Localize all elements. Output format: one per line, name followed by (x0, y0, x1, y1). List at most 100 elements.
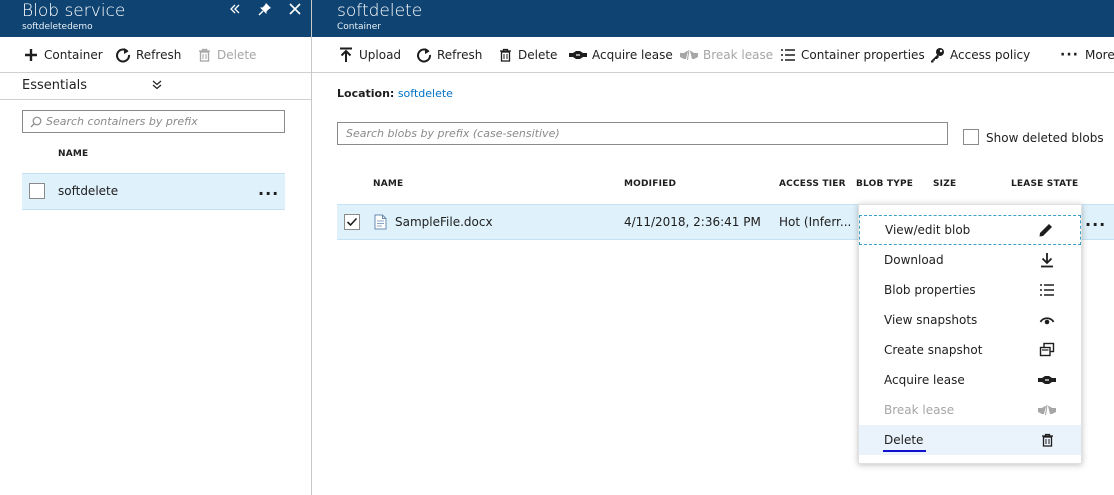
menu-create-snapshot[interactable]: Create snapshot (859, 335, 1081, 365)
blob-row-checkbox[interactable] (344, 214, 360, 230)
handshake-icon (1038, 371, 1056, 389)
column-modified[interactable]: MODIFIED (624, 179, 676, 189)
access-policy-label: Access policy (950, 48, 1031, 62)
location-label: Location: (337, 87, 395, 100)
trash-icon (1038, 431, 1056, 449)
container-search-input[interactable]: Search containers by prefix (22, 110, 285, 133)
break-lease-label: Break lease (703, 48, 774, 62)
upload-label: Upload (359, 48, 402, 62)
menu-view-edit-blob-label: View/edit blob (885, 223, 971, 237)
menu-create-snapshot-label: Create snapshot (884, 343, 983, 357)
location-line: Location: softdelete (337, 87, 453, 100)
break-lease-icon (679, 46, 699, 64)
menu-download[interactable]: Download (859, 245, 1081, 275)
snapshot-icon (1038, 341, 1056, 359)
upload-icon (337, 46, 355, 64)
menu-blob-properties-label: Blob properties (884, 283, 976, 297)
show-deleted-checkbox[interactable] (963, 129, 979, 145)
close-icon[interactable] (282, 0, 308, 18)
search-icon (30, 116, 42, 128)
menu-delete[interactable]: Delete (859, 425, 1081, 455)
essentials-divider (0, 99, 311, 100)
delete-label: Delete (518, 48, 558, 62)
menu-blob-properties[interactable]: Blob properties (859, 275, 1081, 305)
add-container-button[interactable]: Container (22, 44, 103, 66)
list-icon (779, 46, 797, 64)
left-column-name: NAME (58, 149, 89, 159)
essentials-label: Essentials (22, 78, 88, 93)
blob-row-access-tier: Hot (Inferr... (779, 215, 852, 229)
blob-row-more-button[interactable]: ... (1085, 211, 1106, 230)
container-row-more-button[interactable]: ... (258, 180, 279, 199)
refresh-label: Refresh (437, 48, 483, 62)
download-icon (1038, 251, 1056, 269)
blob-row-modified: 4/11/2018, 2:36:41 PM (624, 215, 761, 229)
column-blob-type[interactable]: BLOB TYPE (856, 179, 913, 189)
left-toolbar-divider (0, 72, 311, 73)
menu-acquire-lease-label: Acquire lease (884, 373, 965, 387)
acquire-lease-button[interactable]: Acquire lease (568, 44, 673, 66)
menu-download-label: Download (884, 253, 944, 267)
left-refresh-button[interactable]: Refresh (114, 44, 181, 66)
break-lease-icon (1038, 401, 1056, 419)
break-lease-button[interactable]: Break lease (679, 44, 773, 66)
upload-button[interactable]: Upload (337, 44, 401, 66)
refresh-icon (114, 46, 132, 64)
delete-underline-annotation (883, 450, 926, 452)
left-delete-label: Delete (217, 48, 257, 62)
column-lease-state[interactable]: LEASE STATE (1011, 179, 1078, 189)
key-icon (928, 46, 946, 64)
right-panel-header: softdelete Container (312, 0, 1114, 37)
acquire-lease-label: Acquire lease (592, 48, 673, 62)
left-panel-subtitle: softdeletedemo (22, 22, 93, 32)
menu-view-edit-blob[interactable]: View/edit blob (859, 215, 1081, 245)
container-row-name[interactable]: softdelete (58, 184, 118, 198)
column-access-tier[interactable]: ACCESS TIER (779, 179, 846, 189)
collapse-icon[interactable] (222, 0, 248, 18)
more-label: More (1084, 48, 1114, 62)
blob-row-name[interactable]: SampleFile.docx (395, 215, 493, 229)
eye-icon (1038, 311, 1056, 329)
access-policy-button[interactable]: Access policy (928, 44, 1030, 66)
left-delete-button[interactable]: Delete (195, 44, 256, 66)
plus-icon (22, 46, 40, 64)
container-row-checkbox[interactable] (29, 183, 45, 199)
menu-break-lease[interactable]: Break lease (859, 395, 1081, 425)
refresh-icon (415, 46, 433, 64)
blob-search-placeholder: Search blobs by prefix (case-sensitive) (346, 127, 560, 140)
right-toolbar-divider (312, 72, 1114, 73)
location-link[interactable]: softdelete (398, 87, 453, 100)
menu-view-snapshots-label: View snapshots (884, 313, 978, 327)
left-panel-header: Blob service softdeletedemo (0, 0, 311, 37)
column-size[interactable]: SIZE (933, 179, 956, 189)
show-deleted-label: Show deleted blobs (986, 131, 1104, 145)
pin-icon[interactable] (252, 0, 278, 18)
container-properties-label: Container properties (801, 48, 925, 62)
pencil-icon (1037, 221, 1055, 239)
blob-search-input[interactable]: Search blobs by prefix (case-sensitive) (337, 122, 948, 145)
trash-icon (195, 46, 213, 64)
container-properties-button[interactable]: Container properties (779, 44, 925, 66)
more-dots-icon: ··· (1060, 47, 1079, 63)
document-icon (374, 214, 387, 230)
menu-view-snapshots[interactable]: View snapshots (859, 305, 1081, 335)
delete-button[interactable]: Delete (496, 44, 557, 66)
right-panel-subtitle: Container (337, 22, 381, 32)
column-name[interactable]: NAME (373, 179, 403, 189)
left-refresh-label: Refresh (136, 48, 182, 62)
double-chevron-down-icon[interactable] (151, 80, 165, 92)
more-button[interactable]: ··· More (1060, 44, 1114, 66)
panel-divider (311, 0, 312, 495)
container-row[interactable]: softdelete ... (22, 173, 285, 210)
container-search-placeholder: Search containers by prefix (46, 115, 198, 128)
list-icon (1038, 281, 1056, 299)
refresh-button[interactable]: Refresh (415, 44, 482, 66)
menu-break-lease-label: Break lease (884, 403, 955, 417)
trash-icon (496, 46, 514, 64)
menu-acquire-lease[interactable]: Acquire lease (859, 365, 1081, 395)
right-panel-title: softdelete (337, 1, 423, 21)
blob-context-menu: View/edit blob Download Blob properties … (858, 204, 1082, 464)
handshake-icon (568, 46, 588, 64)
add-container-label: Container (44, 48, 103, 62)
menu-delete-label: Delete (884, 433, 924, 447)
